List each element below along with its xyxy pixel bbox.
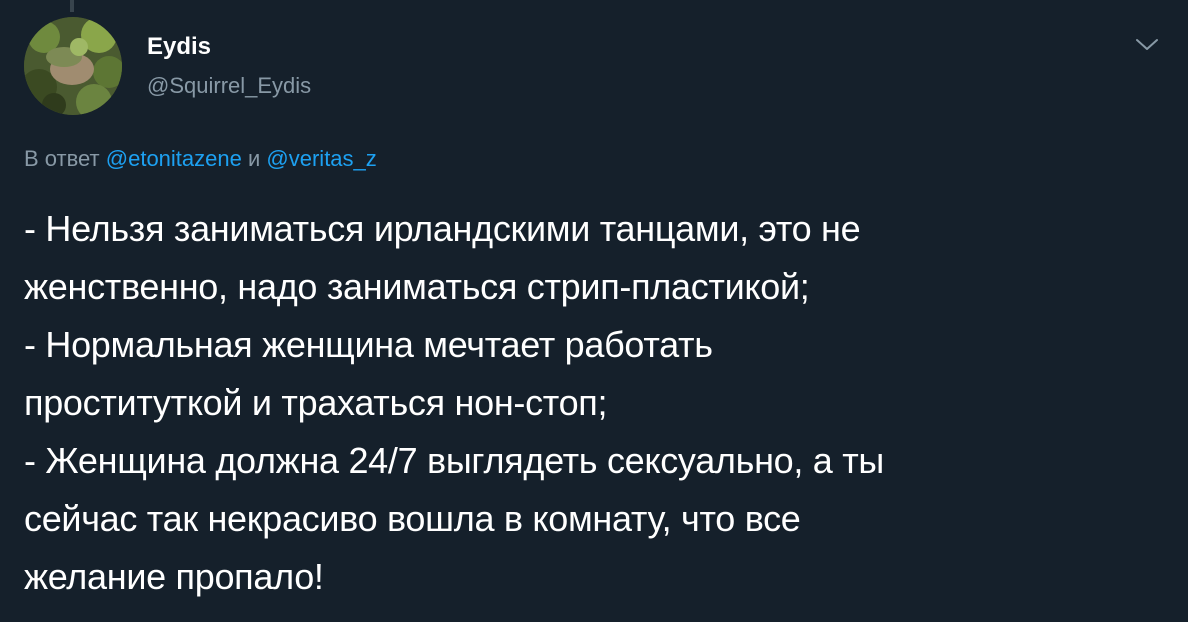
tweet-text-line: желание пропало! <box>24 556 324 597</box>
thread-connector-line <box>70 0 74 12</box>
chevron-down-icon[interactable] <box>1134 36 1160 54</box>
tweet-text-line: женственно, надо заниматься стрип-пласти… <box>24 266 810 307</box>
tweet-text-line: - Нельзя заниматься ирландскими танцами,… <box>24 208 861 249</box>
tweet-text-line: сейчас так некрасиво вошла в комнату, чт… <box>24 498 801 539</box>
tweet-text-line: - Женщина должна 24/7 выглядеть сексуаль… <box>24 440 884 481</box>
author-display-name[interactable]: Eydis <box>147 33 211 61</box>
tweet-text: - Нельзя заниматься ирландскими танцами,… <box>24 200 1164 606</box>
tweet-text-line: - Нормальная женщина мечтает работать <box>24 324 713 365</box>
author-handle[interactable]: @Squirrel_Eydis <box>147 72 311 100</box>
tweet-text-line: проституткой и трахаться нон-стоп; <box>24 382 608 423</box>
mention-link-veritas-z[interactable]: @veritas_z <box>266 146 376 171</box>
reply-context: В ответ @etonitazene и @veritas_z <box>24 145 377 173</box>
reply-prefix: В ответ <box>24 146 100 171</box>
mention-link-etonitazene[interactable]: @etonitazene <box>106 146 242 171</box>
reply-joiner: и <box>247 146 261 171</box>
avatar[interactable] <box>24 17 122 115</box>
